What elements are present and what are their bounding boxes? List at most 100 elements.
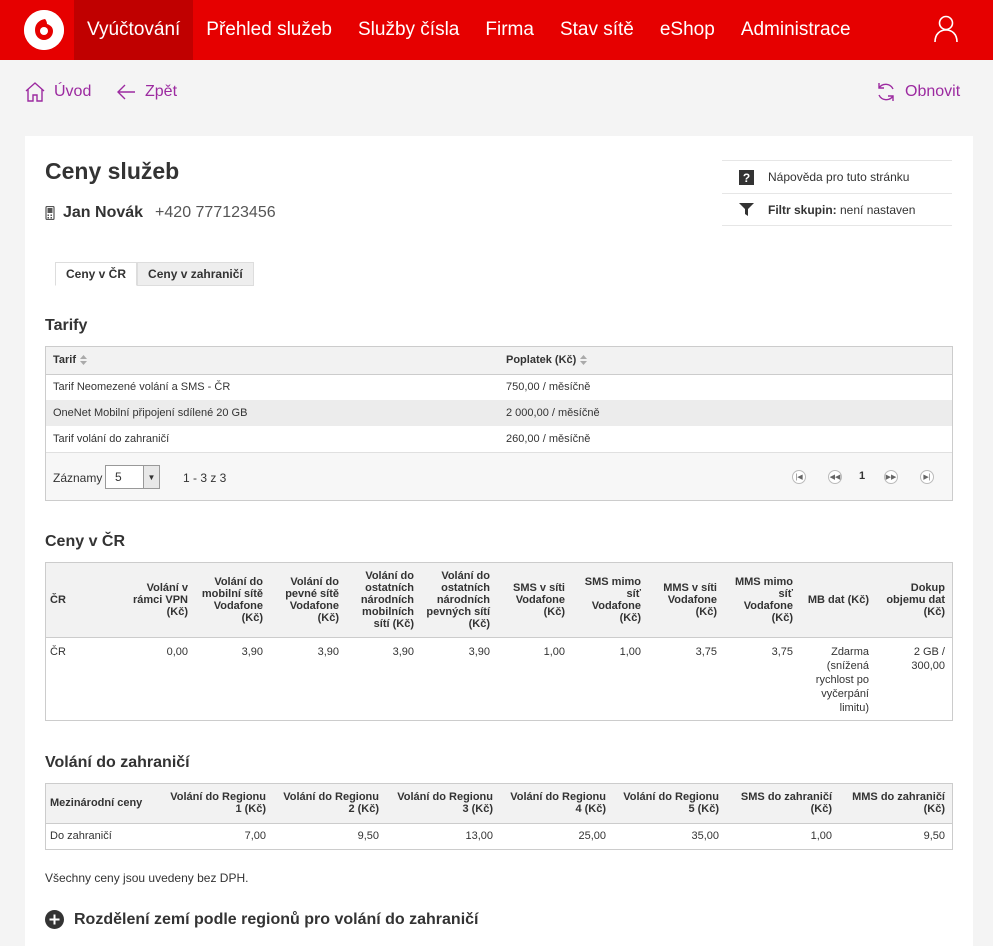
top-navigation: Vyúčtování Přehled služeb Služby čísla F… <box>0 0 993 60</box>
nav-item-billing[interactable]: Vyúčtování <box>74 0 194 60</box>
vodafone-logo-icon[interactable] <box>24 10 64 50</box>
home-label: Úvod <box>54 83 92 100</box>
content-card: Ceny služeb Jan Novák +420 777123456 ? N… <box>25 136 973 946</box>
nav-item-number-services[interactable]: Služby čísla <box>345 0 472 60</box>
tariff-name: Tarif volání do zahraničí <box>53 433 170 445</box>
table-row: Do zahraničí 7,00 9,50 13,00 25,00 35,00… <box>46 823 952 849</box>
subscriber-number: +420 777123456 <box>155 204 276 221</box>
international-calls-title: Volání do zahraničí <box>45 754 190 771</box>
back-label: Zpět <box>145 83 178 100</box>
filter-value: není nastaven <box>836 202 916 217</box>
column-header-tariff[interactable]: Tarif <box>46 347 499 375</box>
records-label: Záznamy <box>53 471 103 485</box>
home-link[interactable]: Úvod <box>24 81 91 103</box>
column-header: Volání do Regionu 3 (Kč) <box>386 784 500 824</box>
table-cell: 3,90 <box>241 645 263 658</box>
column-header: MMS mimo síť Vodafone (Kč) <box>724 563 800 638</box>
tariff-fee: 750,00 / měsíčně <box>506 381 591 394</box>
table-cell: Zdarma (snížená rychlost po vyčerpání li… <box>815 645 869 714</box>
page-size-value: 5 <box>115 470 122 484</box>
column-header: Volání do pevné sítě Vodafone (Kč) <box>270 563 346 638</box>
group-filter-link[interactable]: Filtr skupin: není nastaven <box>722 193 952 226</box>
column-header: SMS v síti Vodafone (Kč) <box>497 563 572 638</box>
column-header: SMS mimo síť Vodafone (Kč) <box>572 563 648 638</box>
mobile-phone-icon <box>45 206 55 220</box>
column-header: Volání do ostatních národních pevných sí… <box>421 563 497 638</box>
nav-item-services-overview[interactable]: Přehled služeb <box>193 0 345 60</box>
tariff-fee: 2 000,00 / měsíčně <box>499 400 952 426</box>
table-cell: 1,00 <box>619 645 641 658</box>
back-link[interactable]: Zpět <box>115 81 177 103</box>
table-cell: 13,00 <box>465 830 493 843</box>
subscriber-info: Jan Novák +420 777123456 <box>45 204 276 222</box>
domestic-prices-title: Ceny v ČR <box>45 533 126 550</box>
table-row: Tarif volání do zahraničí 260,00 / měsíč… <box>46 426 952 452</box>
svg-text:?: ? <box>743 171 750 185</box>
tariffs-title: Tarify <box>45 317 88 334</box>
table-cell: 7,00 <box>244 830 266 843</box>
column-header: SMS do zahraničí (Kč) <box>726 784 839 824</box>
table-header-row: Mezinárodní ceny Volání do Regionu 1 (Kč… <box>46 784 952 824</box>
column-header: ČR <box>46 563 118 638</box>
column-header: Volání v rámci VPN (Kč) <box>118 563 195 638</box>
last-page-icon[interactable]: ▶| <box>920 470 934 484</box>
table-cell: 35,00 <box>691 830 719 843</box>
home-icon <box>25 82 45 102</box>
help-label: Nápověda pro tuto stránku <box>768 170 910 184</box>
table-cell: 2 GB / 300,00 <box>911 645 945 672</box>
page-title: Ceny služeb <box>45 158 180 184</box>
refresh-link[interactable]: Obnovit <box>875 81 960 103</box>
records-range: 1 - 3 z 3 <box>183 471 227 485</box>
international-prices-table: Mezinárodní ceny Volání do Regionu 1 (Kč… <box>45 783 953 850</box>
current-page[interactable]: 1 <box>859 470 865 482</box>
table-cell: Do zahraničí <box>50 830 112 843</box>
page-size-select[interactable]: 5 ▼ <box>105 465 160 489</box>
refresh-icon <box>878 83 894 101</box>
table-cell: 3,90 <box>392 645 414 658</box>
table-row: OneNet Mobilní připojení sdílené 20 GB 2… <box>46 400 952 426</box>
nav-item-company[interactable]: Firma <box>472 0 547 60</box>
user-icon[interactable] <box>933 15 959 46</box>
table-cell: 1,00 <box>810 830 832 843</box>
table-cell: 9,50 <box>923 830 945 843</box>
table-cell: 0,00 <box>166 645 188 658</box>
column-header: Volání do Regionu 2 (Kč) <box>273 784 386 824</box>
table-cell: 9,50 <box>357 830 379 843</box>
filter-icon <box>739 203 754 216</box>
regions-expander-label: Rozdělení zemí podle regionů pro volání … <box>74 910 479 928</box>
nav-item-network-status[interactable]: Stav sítě <box>547 0 647 60</box>
table-cell: 3,90 <box>468 645 490 658</box>
nav-item-administration[interactable]: Administrace <box>728 0 864 60</box>
price-tabs: Ceny v ČR Ceny v zahraničí <box>55 262 254 286</box>
column-header: Volání do mobilní sítě Vodafone (Kč) <box>195 563 270 638</box>
filter-label: Filtr skupin: <box>768 202 837 217</box>
tab-prices-domestic[interactable]: Ceny v ČR <box>55 262 138 286</box>
table-cell: 3,75 <box>695 645 717 658</box>
previous-page-icon[interactable]: ◀◀ <box>828 470 842 484</box>
help-link[interactable]: ? Nápověda pro tuto stránku <box>722 160 952 193</box>
filter-text: Filtr skupin: není nastaven <box>768 203 915 217</box>
chevron-down-icon[interactable]: ▼ <box>143 466 159 488</box>
table-header-row: ČR Volání v rámci VPN (Kč) Volání do mob… <box>46 563 952 638</box>
column-header: Dokup objemu dat (Kč) <box>876 563 952 638</box>
column-header: MMS do zahraničí (Kč) <box>839 784 952 824</box>
tariff-fee: 260,00 / měsíčně <box>506 433 591 445</box>
plus-circle-icon <box>45 910 64 929</box>
nav-item-eshop[interactable]: eShop <box>647 0 728 60</box>
column-header-fee[interactable]: Poplatek (Kč) <box>499 347 952 375</box>
regions-expander[interactable]: Rozdělení zemí podle regionů pro volání … <box>45 910 479 929</box>
table-cell: 3,75 <box>771 645 793 658</box>
sort-icon <box>80 355 88 366</box>
question-icon: ? <box>739 169 754 185</box>
tab-prices-abroad[interactable]: Ceny v zahraničí <box>137 262 254 286</box>
column-header: Volání do ostatních národních mobilních … <box>346 563 421 638</box>
action-bar: Úvod Zpět Obnovit <box>0 60 993 136</box>
column-header: Mezinárodní ceny <box>46 784 160 824</box>
help-box: ? Nápověda pro tuto stránku Filtr skupin… <box>722 160 952 226</box>
next-page-icon[interactable]: ▶▶ <box>884 470 898 484</box>
refresh-label: Obnovit <box>905 83 961 100</box>
column-header: Volání do Regionu 4 (Kč) <box>500 784 613 824</box>
table-cell: 1,00 <box>543 645 565 658</box>
first-page-icon[interactable]: |◀ <box>792 470 806 484</box>
pagination: Záznamy 5 ▼ 1 - 3 z 3 |◀ ◀◀ 1 ▶▶ ▶| <box>46 452 952 500</box>
